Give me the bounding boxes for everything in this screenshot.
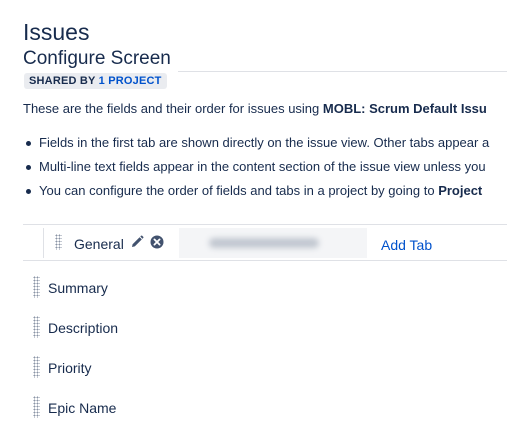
bullet-text: Multi-line text fields appear in the con… [39, 159, 486, 174]
drag-handle-icon[interactable] [33, 356, 40, 378]
tab-general-label: General [74, 236, 124, 252]
drag-handle-icon[interactable] [33, 316, 40, 338]
field-name: Description [48, 320, 119, 336]
field-name: Priority [48, 360, 92, 376]
tab-general[interactable]: General [43, 228, 181, 258]
tab-redacted[interactable] [179, 228, 367, 258]
screen-tabs: General Add Tab [23, 224, 507, 261]
shared-by-label: SHARED BY [29, 75, 96, 87]
shared-projects-link[interactable]: 1 PROJECT [99, 75, 162, 87]
drag-handle-icon[interactable] [33, 276, 40, 298]
info-bullet: Fields in the first tab are shown direct… [23, 135, 489, 159]
redacted-label [209, 238, 319, 248]
field-name: Summary [48, 280, 108, 296]
title-divider [178, 71, 507, 72]
add-tab-button[interactable]: Add Tab [381, 237, 432, 253]
bullet-text: You can configure the order of fields an… [39, 183, 439, 198]
bullet-text: Fields in the first tab are shown direct… [39, 135, 490, 150]
pencil-icon[interactable] [130, 235, 144, 249]
drag-handle-icon[interactable] [55, 234, 62, 250]
intro-text: These are the fields and their order for… [23, 101, 487, 116]
drag-handle-icon[interactable] [33, 396, 40, 418]
intro-scheme-name: MOBL: Scrum Default Issu [322, 101, 487, 116]
intro-prefix: These are the fields and their order for… [23, 101, 323, 116]
shared-by-badge: SHARED BY 1 PROJECT [24, 73, 167, 89]
field-name: Epic Name [48, 400, 117, 416]
info-bullets: Fields in the first tab are shown direct… [23, 135, 489, 207]
section-title: Configure Screen [23, 48, 171, 69]
project-settings-link[interactable]: Project [438, 183, 482, 198]
page-title: Issues [23, 19, 90, 46]
info-bullet: You can configure the order of fields an… [23, 183, 489, 207]
info-bullet: Multi-line text fields appear in the con… [23, 159, 489, 183]
close-circle-icon[interactable] [150, 235, 164, 249]
